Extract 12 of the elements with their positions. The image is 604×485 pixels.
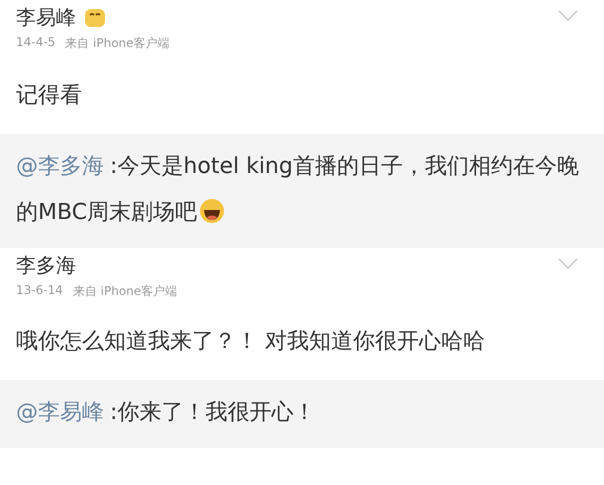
chevron-down-icon[interactable] [558, 10, 578, 22]
quoted-text: @李多海 :今天是hotel king首播的日子，我们相约在今晚的MBC周末剧场吧 [16, 153, 580, 227]
username[interactable]: 李多海 [16, 252, 76, 279]
post-source: 来自 iPhone客户端 [65, 35, 170, 52]
chevron-down-icon[interactable] [558, 258, 578, 270]
post-source: 来自 iPhone客户端 [72, 283, 178, 300]
post-date: 13-6-14 [16, 283, 63, 299]
post-text: 记得看 [15, 82, 83, 110]
quoted-text: @李易峰 :你来了！我很开心！ [16, 399, 316, 427]
post-date: 14-4-5 [16, 35, 56, 51]
username[interactable]: 李易峰 [16, 4, 76, 31]
post-text: 哦你怎么知道我来了？！ 对我知道你很开心哈哈 [15, 328, 486, 356]
